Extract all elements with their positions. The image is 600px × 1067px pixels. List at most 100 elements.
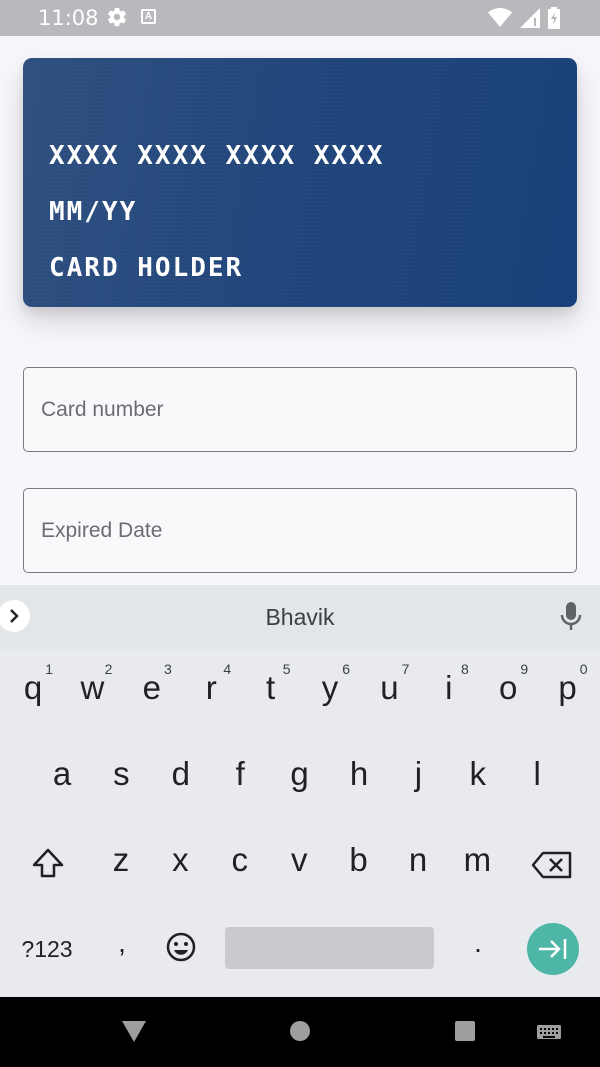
key-label: m	[463, 841, 492, 878]
key-hint: 4	[223, 661, 232, 677]
key-label: w	[80, 669, 105, 706]
key-hint: 1	[45, 661, 53, 677]
key-n[interactable]: n	[388, 821, 448, 907]
key-label: p	[558, 669, 577, 706]
card-expiry-display: MM/YY	[49, 197, 138, 227]
home-circle-icon	[290, 1021, 310, 1041]
gear-icon	[106, 6, 128, 33]
status-icons	[488, 7, 560, 34]
suggestion-bar: Bhavik	[0, 585, 600, 649]
space-key[interactable]	[225, 927, 434, 969]
key-label: u	[380, 669, 399, 706]
microphone-icon[interactable]	[560, 601, 582, 636]
key-hint: 0	[579, 661, 588, 677]
back-triangle-icon	[122, 1021, 146, 1042]
backspace-icon	[531, 851, 572, 879]
key-label: b	[349, 841, 368, 878]
recents-button[interactable]	[454, 1019, 476, 1048]
key-label: z	[112, 841, 130, 878]
card-holder-display: CARD HOLDER	[49, 253, 244, 283]
key-label: j	[414, 755, 423, 792]
wifi-icon	[488, 8, 512, 33]
key-hint: 9	[520, 661, 529, 677]
emoji-key[interactable]	[151, 907, 211, 993]
key-label: n	[408, 841, 428, 878]
symbols-key[interactable]: ?123	[17, 907, 77, 993]
key-hint: 2	[104, 661, 113, 677]
key-label: f	[235, 755, 245, 792]
key-label: g	[290, 755, 309, 792]
signal-icon	[520, 8, 540, 33]
key-label: s	[113, 755, 130, 792]
key-label: h	[349, 755, 369, 792]
key-g[interactable]: g	[270, 735, 330, 821]
key-p[interactable]: p0	[538, 649, 598, 735]
key-label: q	[23, 669, 43, 706]
keyboard-switch-button[interactable]	[537, 1025, 561, 1046]
key-hint: 3	[164, 661, 172, 677]
key-label: d	[171, 755, 190, 792]
key-w[interactable]: w2	[62, 649, 122, 735]
key-q[interactable]: q1	[3, 649, 63, 735]
shift-icon	[32, 848, 64, 878]
soft-keyboard: Bhavik q1w2e3r4t5y6u7i8o9p0asdfghjklzxcv…	[0, 585, 600, 997]
key-t[interactable]: t5	[241, 649, 301, 735]
card-number-display: XXXX XXXX XXXX XXXX	[49, 141, 385, 171]
key-label: e	[142, 669, 161, 706]
suggestion-word[interactable]: Bhavik	[0, 604, 600, 631]
card-number-input[interactable]	[24, 368, 576, 451]
key-b[interactable]: b	[329, 821, 389, 907]
shift-key[interactable]	[17, 821, 77, 907]
key-hint: 7	[401, 661, 410, 677]
key-v[interactable]: v	[269, 821, 329, 907]
backspace-key[interactable]	[521, 821, 581, 907]
key-x[interactable]: x	[150, 821, 210, 907]
key-j[interactable]: j	[388, 735, 448, 821]
keyboard-icon	[537, 1025, 561, 1039]
key-label: o	[499, 669, 518, 706]
back-button[interactable]	[121, 1019, 147, 1048]
key-h[interactable]: h	[329, 735, 389, 821]
key-y[interactable]: y6	[300, 649, 360, 735]
enter-key[interactable]	[527, 923, 579, 975]
credit-card-preview: XXXX XXXX XXXX XXXX MM/YY CARD HOLDER	[23, 58, 577, 307]
key-e[interactable]: e3	[122, 649, 182, 735]
key-r[interactable]: r4	[181, 649, 241, 735]
key-k[interactable]: k	[448, 735, 508, 821]
expiry-date-input[interactable]	[24, 489, 576, 572]
key-s[interactable]: s	[91, 735, 151, 821]
key-label: a	[52, 755, 72, 792]
navigation-bar	[0, 997, 600, 1067]
key-d[interactable]: d	[151, 735, 211, 821]
battery-icon	[548, 7, 560, 34]
a-icon: A	[141, 9, 156, 24]
key-label: c	[231, 841, 249, 878]
key-a[interactable]: a	[32, 735, 92, 821]
key-label: r	[205, 669, 217, 706]
key-c[interactable]: c	[210, 821, 270, 907]
key-o[interactable]: o9	[478, 649, 538, 735]
home-button[interactable]	[289, 1019, 311, 1048]
key-z[interactable]: z	[91, 821, 151, 907]
key-hint: 8	[461, 661, 469, 677]
recents-square-icon	[455, 1021, 475, 1041]
card-number-field[interactable]	[23, 367, 577, 452]
status-bar: 11:08 A	[0, 0, 600, 36]
key-label: v	[290, 841, 308, 878]
key-m[interactable]: m	[447, 821, 507, 907]
key-hint: 6	[342, 661, 350, 677]
key-u[interactable]: u7	[359, 649, 419, 735]
key-label: x	[172, 841, 189, 878]
key-l[interactable]: l	[507, 735, 567, 821]
key-label: y	[321, 669, 339, 706]
tab-arrow-icon	[539, 939, 567, 959]
key-label: k	[469, 755, 487, 792]
key-f[interactable]: f	[210, 735, 270, 821]
expiry-date-field[interactable]	[23, 488, 577, 573]
key-i[interactable]: i8	[419, 649, 479, 735]
comma-key[interactable]: ,	[92, 907, 152, 993]
period-key[interactable]: .	[448, 907, 508, 993]
key-label: t	[266, 669, 276, 706]
key-label: l	[533, 755, 541, 792]
key-label: i	[445, 669, 453, 706]
